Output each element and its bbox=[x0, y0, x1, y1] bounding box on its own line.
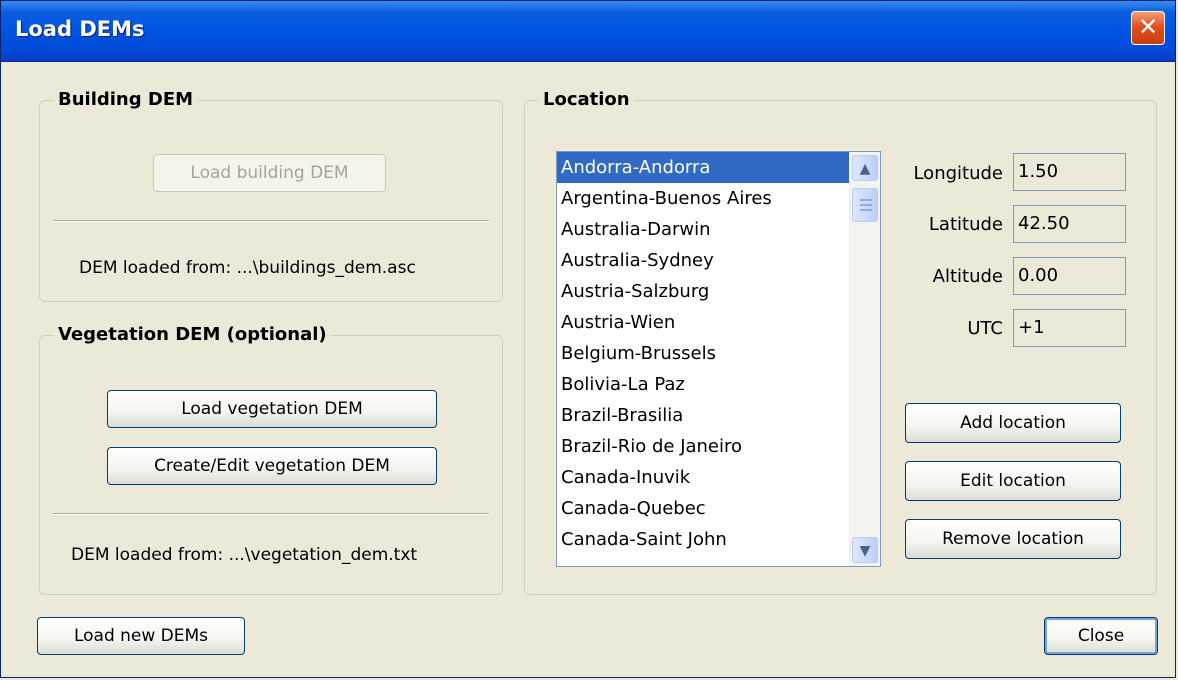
location-list-item[interactable]: Belgium-Brussels bbox=[557, 338, 880, 369]
close-window-icon[interactable]: ✕ bbox=[1131, 11, 1165, 45]
location-list-item[interactable]: Austria-Wien bbox=[557, 307, 880, 338]
location-list-item[interactable]: Argentina-Buenos Aires bbox=[557, 183, 880, 214]
location-listbox[interactable]: Andorra-Andorra Argentina-Buenos Aires Aus… bbox=[556, 151, 881, 567]
location-list-item[interactable]: Australia-Darwin bbox=[557, 214, 880, 245]
grip-line bbox=[860, 199, 872, 201]
longitude-label: Longitude bbox=[913, 163, 1003, 184]
vegetation-divider bbox=[53, 513, 489, 515]
remove-location-button[interactable]: Remove location bbox=[905, 519, 1121, 559]
title-bar[interactable]: Load DEMs ✕ bbox=[1, 1, 1175, 62]
longitude-field: 1.50 bbox=[1013, 153, 1126, 191]
utc-label: UTC bbox=[967, 318, 1003, 339]
building-dem-status: DEM loaded from: ...\buildings_dem.asc bbox=[79, 258, 416, 278]
load-dems-dialog: Load DEMs ✕ Building DEM Load building D… bbox=[0, 0, 1176, 678]
location-list-item[interactable]: Australia-Sydney bbox=[557, 245, 880, 276]
building-dem-group-title: Building DEM bbox=[54, 89, 198, 110]
grip-line bbox=[860, 209, 872, 211]
window-title: Load DEMs bbox=[15, 17, 145, 41]
altitude-label: Altitude bbox=[932, 266, 1003, 287]
vegetation-dem-group-title: Vegetation DEM (optional) bbox=[54, 324, 331, 345]
location-list-item[interactable]: Bolivia-La Paz bbox=[557, 369, 880, 400]
location-scrollbar[interactable]: ▲ ▼ bbox=[849, 152, 880, 566]
load-new-dems-button[interactable]: Load new DEMs bbox=[37, 617, 245, 655]
close-button[interactable]: Close bbox=[1044, 617, 1158, 655]
location-list-item[interactable]: Canada-Inuvik bbox=[557, 462, 880, 493]
edit-location-button[interactable]: Edit location bbox=[905, 461, 1121, 501]
location-list-item[interactable]: Brazil-Rio de Janeiro bbox=[557, 431, 880, 462]
load-vegetation-dem-button[interactable]: Load vegetation DEM bbox=[107, 390, 437, 428]
location-list-item[interactable]: Canada-Quebec bbox=[557, 493, 880, 524]
location-list-item[interactable]: Andorra-Andorra bbox=[557, 152, 880, 183]
vegetation-dem-status: DEM loaded from: ...\vegetation_dem.txt bbox=[71, 545, 418, 565]
scroll-up-icon[interactable]: ▲ bbox=[852, 155, 878, 181]
load-building-dem-button[interactable]: Load building DEM bbox=[153, 154, 386, 192]
grip-line bbox=[860, 204, 872, 206]
location-list-item[interactable]: Canada-Saint John bbox=[557, 524, 880, 555]
scroll-down-icon[interactable]: ▼ bbox=[852, 537, 878, 563]
scroll-thumb[interactable] bbox=[852, 188, 878, 222]
location-list-item[interactable]: Austria-Salzburg bbox=[557, 276, 880, 307]
latitude-field: 42.50 bbox=[1013, 205, 1126, 243]
building-divider bbox=[53, 220, 489, 222]
latitude-label: Latitude bbox=[928, 214, 1003, 235]
location-group-title: Location bbox=[539, 89, 634, 110]
location-list-item[interactable]: Brazil-Brasilia bbox=[557, 400, 880, 431]
utc-field: +1 bbox=[1013, 309, 1126, 347]
altitude-field: 0.00 bbox=[1013, 257, 1126, 295]
location-list: Andorra-Andorra Argentina-Buenos Aires Aus… bbox=[557, 152, 880, 555]
create-edit-vegetation-dem-button[interactable]: Create/Edit vegetation DEM bbox=[107, 447, 437, 485]
add-location-button[interactable]: Add location bbox=[905, 403, 1121, 443]
